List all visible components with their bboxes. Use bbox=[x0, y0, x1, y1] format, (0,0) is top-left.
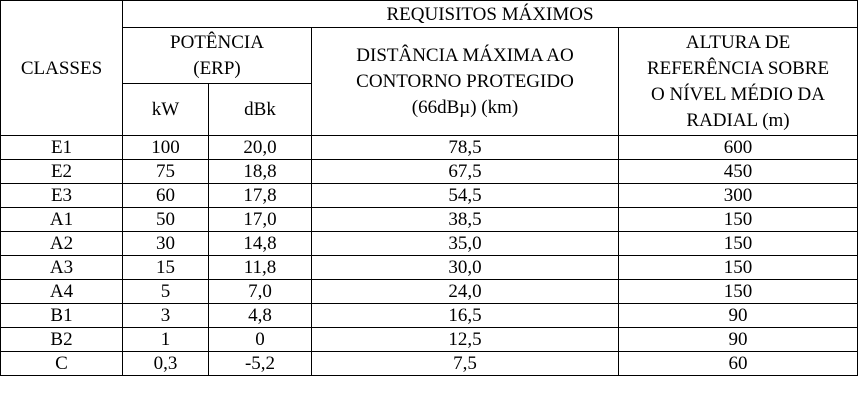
table-row: B1 3 4,8 16,5 90 bbox=[0, 303, 858, 328]
cell-kw: 30 bbox=[122, 231, 209, 256]
table-row: E2 75 18,8 67,5 450 bbox=[0, 159, 858, 184]
table-row: A2 30 14,8 35,0 150 bbox=[0, 231, 858, 256]
cell-dbk: -5,2 bbox=[208, 351, 312, 376]
cell-dbk: 14,8 bbox=[208, 231, 312, 256]
cell-classe: A1 bbox=[0, 207, 123, 232]
cell-dbk: 17,8 bbox=[208, 183, 312, 208]
cell-kw: 100 bbox=[122, 135, 209, 160]
cell-altura: 150 bbox=[617, 207, 858, 232]
cell-distancia: 12,5 bbox=[311, 327, 619, 352]
cell-classe: A2 bbox=[0, 231, 123, 256]
classes-table-container: CLASSES REQUISITOS MÁXIMOS POTÊNCIA (ERP… bbox=[0, 0, 858, 411]
header-dbk: dBk bbox=[208, 83, 312, 136]
cell-altura: 90 bbox=[617, 327, 858, 352]
header-altura-line1: ALTURA DE bbox=[685, 31, 791, 53]
cell-classe: E2 bbox=[0, 159, 123, 184]
table-row: B2 1 0 12,5 90 bbox=[0, 327, 858, 352]
cell-distancia: 78,5 bbox=[311, 135, 619, 160]
cell-classe: A3 bbox=[0, 255, 123, 280]
table-row: E3 60 17,8 54,5 300 bbox=[0, 183, 858, 208]
cell-dbk: 4,8 bbox=[208, 303, 312, 328]
cell-classe: B1 bbox=[0, 303, 123, 328]
cell-altura: 150 bbox=[617, 255, 858, 280]
cell-distancia: 38,5 bbox=[311, 207, 619, 232]
cell-distancia: 7,5 bbox=[311, 351, 619, 376]
header-kw: kW bbox=[122, 83, 209, 136]
cell-distancia: 67,5 bbox=[311, 159, 619, 184]
table-row: A1 50 17,0 38,5 150 bbox=[0, 207, 858, 232]
cell-classe: C bbox=[0, 351, 123, 376]
cell-altura: 60 bbox=[617, 351, 858, 376]
cell-classe: E1 bbox=[0, 135, 123, 160]
header-distancia-line3: (66dBµ) (km) bbox=[411, 96, 519, 118]
cell-kw: 60 bbox=[122, 183, 209, 208]
classes-requirements-table: CLASSES REQUISITOS MÁXIMOS POTÊNCIA (ERP… bbox=[0, 0, 858, 376]
header-altura: ALTURA DE REFERÊNCIA SOBRE O NÍVEL MÉDIO… bbox=[617, 27, 858, 136]
cell-dbk: 17,0 bbox=[208, 207, 312, 232]
cell-kw: 75 bbox=[122, 159, 209, 184]
cell-classe: B2 bbox=[0, 327, 123, 352]
cell-dbk: 0 bbox=[208, 327, 312, 352]
header-potencia-line1: POTÊNCIA bbox=[170, 31, 264, 53]
header-distancia-line1: DISTÂNCIA MÁXIMA AO bbox=[356, 44, 574, 66]
cell-kw: 3 bbox=[122, 303, 209, 328]
cell-altura: 450 bbox=[617, 159, 858, 184]
cell-dbk: 7,0 bbox=[208, 279, 312, 304]
header-requisitos-maximos: REQUISITOS MÁXIMOS bbox=[121, 0, 858, 28]
header-potencia-line2: (ERP) bbox=[193, 57, 241, 79]
header-distancia-line2: CONTORNO PROTEGIDO bbox=[356, 70, 574, 92]
header-potencia: POTÊNCIA (ERP) bbox=[122, 27, 312, 84]
header-distancia: DISTÂNCIA MÁXIMA AO CONTORNO PROTEGIDO (… bbox=[311, 27, 619, 136]
header-altura-line4: RADIAL (m) bbox=[686, 109, 790, 131]
table-row: A3 15 11,8 30,0 150 bbox=[0, 255, 858, 280]
cell-distancia: 35,0 bbox=[311, 231, 619, 256]
cell-kw: 50 bbox=[122, 207, 209, 232]
header-altura-line2: REFERÊNCIA SOBRE bbox=[646, 57, 830, 79]
cell-distancia: 24,0 bbox=[311, 279, 619, 304]
table-row: A4 5 7,0 24,0 150 bbox=[0, 279, 858, 304]
cell-kw: 1 bbox=[122, 327, 209, 352]
cell-distancia: 16,5 bbox=[311, 303, 619, 328]
cell-classe: E3 bbox=[0, 183, 123, 208]
cell-altura: 90 bbox=[617, 303, 858, 328]
cell-classe: A4 bbox=[0, 279, 123, 304]
cell-altura: 300 bbox=[617, 183, 858, 208]
cell-distancia: 54,5 bbox=[311, 183, 619, 208]
cell-dbk: 20,0 bbox=[208, 135, 312, 160]
header-classes: CLASSES bbox=[0, 0, 123, 136]
cell-kw: 0,3 bbox=[122, 351, 209, 376]
cell-distancia: 30,0 bbox=[311, 255, 619, 280]
cell-altura: 150 bbox=[617, 279, 858, 304]
cell-kw: 5 bbox=[122, 279, 209, 304]
table-row: E1 100 20,0 78,5 600 bbox=[0, 135, 858, 160]
cell-altura: 600 bbox=[617, 135, 858, 160]
cell-kw: 15 bbox=[122, 255, 209, 280]
cell-dbk: 18,8 bbox=[208, 159, 312, 184]
table-row: C 0,3 -5,2 7,5 60 bbox=[0, 351, 858, 376]
header-altura-line3: O NÍVEL MÉDIO DA bbox=[651, 83, 825, 105]
cell-altura: 150 bbox=[617, 231, 858, 256]
cell-dbk: 11,8 bbox=[208, 255, 312, 280]
